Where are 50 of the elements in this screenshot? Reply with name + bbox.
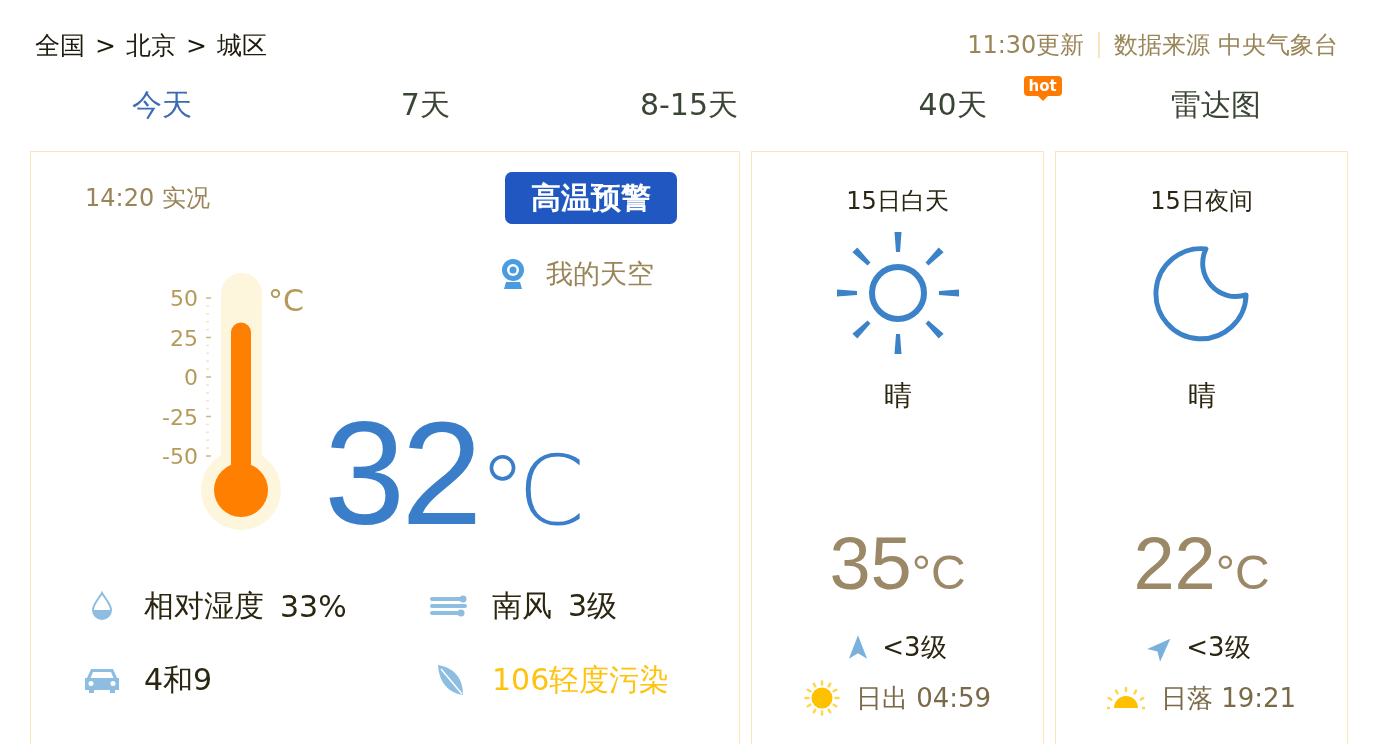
detail-value: 4和9 bbox=[144, 660, 213, 699]
alert-button[interactable]: 高温预警 bbox=[505, 172, 677, 224]
weather-condition: 晴 bbox=[883, 378, 912, 414]
detail-value: 33% bbox=[280, 588, 347, 624]
leaf-icon bbox=[435, 663, 465, 697]
breadcrumb-separator: > bbox=[185, 30, 207, 60]
scale-label: 50 bbox=[170, 286, 198, 311]
breadcrumb-link[interactable]: 城区 bbox=[216, 28, 267, 62]
sun-icon bbox=[803, 680, 840, 716]
tab[interactable]: 7天 bbox=[293, 76, 558, 134]
scale-label: -25 bbox=[162, 404, 198, 430]
sunset-icon bbox=[1106, 686, 1145, 710]
temperature-unit: °C bbox=[911, 549, 966, 597]
tab[interactable]: 8-15天 bbox=[557, 76, 821, 134]
sun-time: 日落 19:21 bbox=[1160, 681, 1297, 715]
temperature-value: 35 bbox=[829, 527, 912, 601]
data-source: 数据来源 中央气象台 bbox=[1114, 30, 1338, 61]
detail-label: 相对湿度 bbox=[144, 586, 264, 625]
sun-time: 日出 04:59 bbox=[855, 681, 992, 715]
scale-label: -50 bbox=[162, 444, 198, 469]
car-icon bbox=[84, 666, 120, 694]
temperature-value: 32 bbox=[324, 401, 479, 547]
temperature-unit: ℃ bbox=[478, 443, 587, 539]
wind-level: <3级 bbox=[1186, 630, 1251, 664]
update-time: 11:30更新 bbox=[967, 30, 1085, 61]
detail-label: 南风 bbox=[492, 586, 552, 625]
scale-label: 25 bbox=[170, 325, 198, 351]
temperature-value: 22 bbox=[1133, 527, 1216, 601]
wind-icon bbox=[430, 594, 470, 618]
moon-icon bbox=[1152, 244, 1251, 342]
breadcrumb-link[interactable]: 全国 bbox=[35, 28, 85, 62]
observation-time: 14:20 实况 bbox=[85, 183, 210, 214]
water-drop-icon bbox=[91, 591, 113, 621]
wind-level: <3级 bbox=[882, 630, 947, 664]
sun-icon bbox=[834, 230, 961, 356]
weather-condition: 晴 bbox=[1187, 378, 1216, 414]
breadcrumb-separator: > bbox=[95, 30, 116, 60]
detail-value: 3级 bbox=[568, 586, 618, 625]
tab[interactable]: 40天 hot bbox=[820, 76, 1085, 134]
breadcrumb-link[interactable]: 北京 bbox=[125, 28, 176, 62]
webcam-icon bbox=[500, 258, 526, 290]
tab[interactable]: 今天 bbox=[30, 76, 294, 134]
scale-unit: °C bbox=[268, 283, 304, 318]
temperature-unit: °C bbox=[1215, 549, 1270, 597]
scale-label: 0 bbox=[184, 365, 198, 390]
detail-value: 106轻度污染 bbox=[492, 660, 670, 699]
forecast-title: 15日夜间 bbox=[1150, 186, 1253, 216]
tab[interactable]: 雷达图 bbox=[1084, 76, 1348, 134]
forecast-title: 15日白天 bbox=[846, 186, 949, 216]
my-sky-link[interactable]: 我的天空 bbox=[500, 258, 654, 290]
